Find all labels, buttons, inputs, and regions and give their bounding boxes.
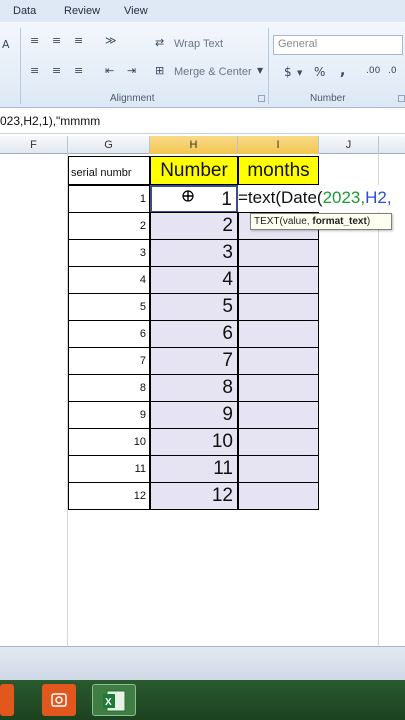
formula-bar-text: 023,H2,1),"mmmm [0,114,101,128]
column-header-f[interactable]: F [0,136,68,154]
tab-view[interactable]: View [124,5,148,17]
group-separator [268,28,269,104]
taskbar-app-orange-icon[interactable] [0,684,14,716]
column-header-j[interactable]: J [319,136,379,154]
column-header-h[interactable]: H [150,136,238,154]
merge-center-icon[interactable]: ⊞ [155,64,164,77]
column-headers: F G H I J [0,136,405,154]
increase-decimal-button[interactable]: .00 [366,66,380,76]
number-cell[interactable]: 6 [150,320,238,348]
formula-arg-ref: H2, [365,188,392,207]
taskbar: X [0,680,405,720]
serial-cell[interactable]: 11 [68,455,150,483]
font-size-up-icon[interactable]: A [2,38,10,51]
wrap-text-button[interactable]: Wrap Text [174,38,223,50]
currency-button[interactable]: $ [284,65,292,79]
number-cell[interactable]: 2 [150,212,238,240]
number-cell[interactable]: 12 [150,482,238,510]
header-serial-cell[interactable]: serial numbr [68,156,150,185]
serial-cell[interactable]: 4 [68,266,150,294]
editing-cell-i2[interactable]: =text(Date(2023,H2, [238,185,405,212]
column-header-i[interactable]: I [238,136,319,154]
alignment-group-label: Alignment [110,93,155,104]
comma-button[interactable]: , [340,63,345,79]
number-launcher-icon[interactable] [398,95,405,102]
header-number-cell[interactable]: Number [150,156,238,185]
months-cell[interactable] [238,320,319,348]
months-cell[interactable] [238,482,319,510]
serial-cell[interactable]: 9 [68,401,150,429]
alignment-launcher-icon[interactable] [258,95,265,102]
align-center-icon[interactable]: ≡ [52,64,61,77]
months-cell[interactable] [238,455,319,483]
number-cell[interactable]: 9 [150,401,238,429]
number-cell[interactable]: 10 [150,428,238,456]
excel-window: Data Review View A ≡ ≡ ≡ ≫ ⇄ Wrap Text ≡… [0,0,405,720]
number-cell[interactable]: 7 [150,347,238,375]
serial-cell[interactable]: 12 [68,482,150,510]
serial-cell[interactable]: 3 [68,239,150,267]
align-right-icon[interactable]: ≡ [74,64,83,77]
excel-icon: X [103,690,126,712]
serial-cell[interactable]: 1 [68,185,150,213]
formula-arg-year: 2023, [322,188,366,207]
wrap-text-icon[interactable]: ⇄ [155,36,164,49]
months-cell[interactable] [238,401,319,429]
tab-data[interactable]: Data [13,5,36,17]
number-cell[interactable]: 5 [150,293,238,321]
tooltip-close: ) [366,216,371,227]
months-cell[interactable] [238,374,319,402]
ribbon-tabs: Data Review View [0,0,405,22]
column-header-next[interactable] [379,136,405,154]
align-top-icon[interactable]: ≡ [30,34,39,47]
months-cell[interactable] [238,347,319,375]
formula-bar[interactable]: 023,H2,1),"mmmm [0,108,405,134]
sheet-tab-bar [0,646,405,680]
align-left-icon[interactable]: ≡ [30,64,39,77]
serial-cell[interactable]: 10 [68,428,150,456]
column-f-area[interactable] [0,154,68,646]
serial-cell[interactable]: 8 [68,374,150,402]
increase-indent-icon[interactable]: ⇥ [127,64,136,77]
number-cell[interactable]: 8 [150,374,238,402]
chevron-down-icon[interactable]: ▼ [257,66,263,75]
serial-cell[interactable]: 7 [68,347,150,375]
move-cursor-icon [182,190,194,202]
number-format-dropdown[interactable]: General [273,35,403,55]
serial-cell[interactable]: 6 [68,320,150,348]
column-header-g[interactable]: G [68,136,150,154]
decrease-decimal-button[interactable]: .0 [388,66,397,76]
camera-icon [51,693,67,707]
merge-center-button[interactable]: Merge & Center [174,66,252,78]
months-cell[interactable] [238,239,319,267]
number-group-label: Number [310,93,346,104]
number-cell[interactable]: 11 [150,455,238,483]
svg-text:X: X [105,697,112,708]
function-tooltip: TEXT(value, format_text) [250,213,392,230]
tab-review[interactable]: Review [64,5,100,17]
orientation-icon[interactable]: ≫ [105,34,117,47]
number-cell[interactable]: 3 [150,239,238,267]
taskbar-excel-app-icon[interactable]: X [92,684,136,716]
number-cell[interactable]: 4 [150,266,238,294]
taskbar-camera-app-icon[interactable] [42,684,76,716]
decrease-indent-icon[interactable]: ⇤ [105,64,114,77]
tooltip-fn: TEXT(value, [254,216,313,227]
align-bottom-icon[interactable]: ≡ [74,34,83,47]
months-cell[interactable] [238,428,319,456]
months-cell[interactable] [238,293,319,321]
serial-cell[interactable]: 5 [68,293,150,321]
formula-text: =text(Date( [238,188,323,207]
group-separator [20,28,21,104]
months-cell[interactable] [238,266,319,294]
percent-button[interactable]: % [314,65,325,79]
serial-cell[interactable]: 2 [68,212,150,240]
chevron-down-icon[interactable]: ▼ [297,69,302,77]
header-months-cell[interactable]: months [238,156,319,185]
ribbon: A ≡ ≡ ≡ ≫ ⇄ Wrap Text ≡ ≡ ≡ ⇤ ⇥ ⊞ Merge … [0,22,405,108]
align-middle-icon[interactable]: ≡ [52,34,61,47]
tooltip-arg[interactable]: format_text [312,216,366,227]
